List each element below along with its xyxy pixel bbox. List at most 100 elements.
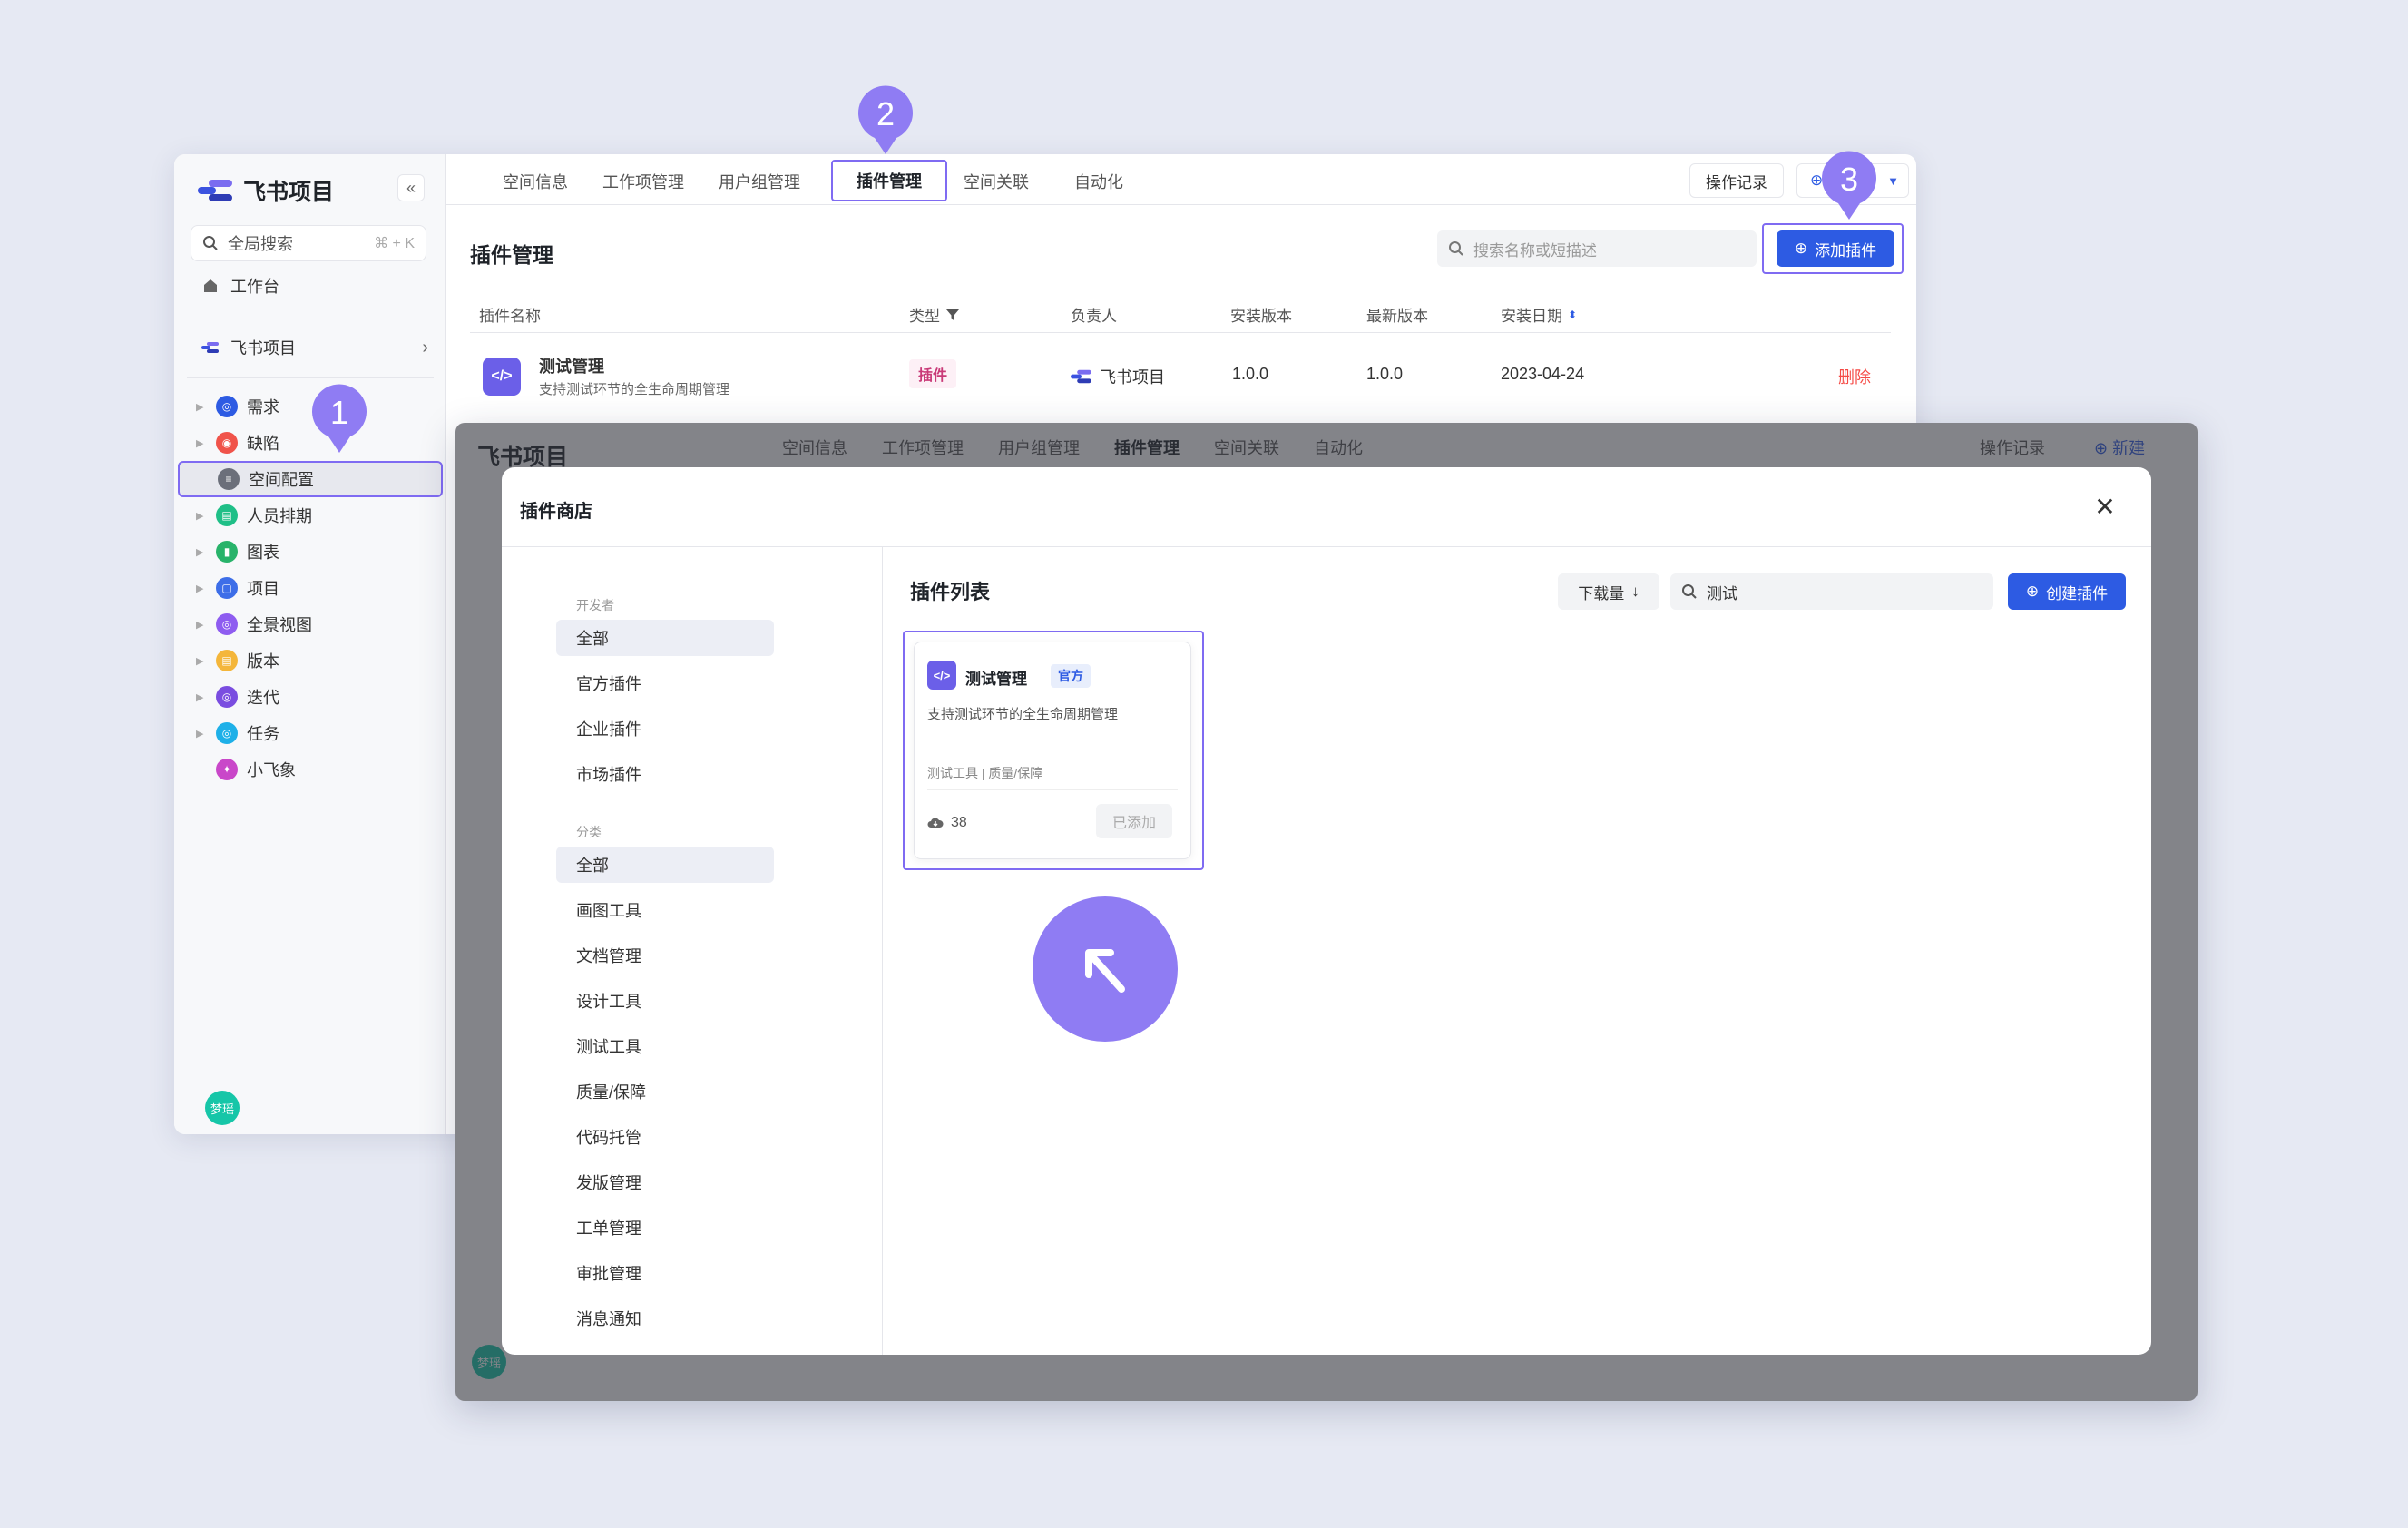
store-search-value: 测试 <box>1707 584 1737 602</box>
caret-right-icon[interactable]: ▶ <box>196 655 207 667</box>
sidebar-item-label: 迭代 <box>247 689 279 707</box>
sidebar-item-label: 人员排期 <box>247 507 312 525</box>
developer-filter-item[interactable]: 市场插件 <box>556 756 774 792</box>
close-icon[interactable]: ✕ <box>2090 491 2120 522</box>
plugin-installed-version: 1.0.0 <box>1232 365 1269 383</box>
plugin-card[interactable]: </> 测试管理 官方 支持测试环节的全生命周期管理 测试工具 | 质量/保障 … <box>914 642 1191 859</box>
sidebar-item[interactable]: ≡ 空间配置 <box>178 461 443 497</box>
category-filter-item[interactable]: 质量/保障 <box>556 1073 774 1110</box>
caret-right-icon[interactable]: ▶ <box>196 691 207 703</box>
sidebar-item-icon: ✦ <box>216 759 238 780</box>
caret-right-icon[interactable]: ▶ <box>196 546 207 558</box>
sidebar-item-icon: ▤ <box>216 504 238 526</box>
global-search[interactable]: 全局搜索 ⌘ + K <box>191 225 426 261</box>
sidebar-item[interactable]: ▶ ▮ 图表 <box>196 534 436 570</box>
category-filter-item[interactable]: 发版管理 <box>556 1164 774 1200</box>
caret-right-icon[interactable]: ▶ <box>196 619 207 631</box>
add-plugin-button[interactable]: ⊕ 添加插件 <box>1777 230 1894 267</box>
col-header-owner: 负责人 <box>1071 308 1117 325</box>
plugin-card-name: 测试管理 <box>965 671 1027 688</box>
sidebar-item[interactable]: ▶ ▤ 人员排期 <box>196 497 436 534</box>
category-filter-item[interactable]: 全部 <box>556 847 774 883</box>
step-marker-3: 3 <box>1820 151 1878 220</box>
col-header-type[interactable]: 类型 <box>909 303 960 326</box>
sidebar-item-label: 空间配置 <box>249 471 314 489</box>
category-filter-item[interactable]: 代码托管 <box>556 1119 774 1155</box>
caret-right-icon[interactable]: ▶ <box>196 583 207 594</box>
sidebar-item[interactable]: ✦ 小飞象 <box>196 751 436 788</box>
sort-by-downloads-button[interactable]: 下载量 ↓ <box>1558 573 1659 610</box>
sidebar-item-icon: ▢ <box>216 577 238 599</box>
category-filter-item[interactable]: 工单管理 <box>556 1210 774 1246</box>
create-plugin-button[interactable]: ⊕ 创建插件 <box>2008 573 2126 610</box>
category-filter-item[interactable]: 审批管理 <box>556 1255 774 1291</box>
collapse-sidebar-button[interactable]: « <box>397 174 425 201</box>
sort-icon[interactable]: ⬍ <box>1568 309 1577 321</box>
step-marker-number: 2 <box>876 95 896 132</box>
category-filter-item[interactable]: 文档管理 <box>556 937 774 974</box>
sidebar-item-label: 图表 <box>247 544 279 562</box>
app-logo[interactable]: 飞书项目 <box>198 174 334 207</box>
col-header-install-date[interactable]: 安装日期 ⬍ <box>1501 303 1577 326</box>
category-filter-item[interactable]: 测试工具 <box>556 1028 774 1064</box>
plugin-card-desc: 支持测试环节的全生命周期管理 <box>927 707 1119 722</box>
developer-filter-item[interactable]: 官方插件 <box>556 665 774 701</box>
user-avatar[interactable]: 梦瑶 <box>205 1091 240 1125</box>
chevron-right-icon: › <box>422 337 428 358</box>
sidebar-item[interactable]: ▶ ▢ 项目 <box>196 570 436 606</box>
sidebar-item[interactable]: ▶ ◎ 迭代 <box>196 679 436 715</box>
operation-record-button[interactable]: 操作记录 <box>1689 163 1784 198</box>
plugin-search-input[interactable]: 搜索名称或短描述 <box>1437 230 1757 267</box>
card-divider <box>927 789 1178 790</box>
sidebar-item-icon: ◎ <box>216 722 238 744</box>
global-search-label: 全局搜索 <box>228 235 293 253</box>
space-switcher[interactable]: 飞书项目 › <box>201 336 428 359</box>
caret-right-icon[interactable]: ▶ <box>196 401 207 413</box>
search-icon <box>203 236 218 250</box>
sidebar-item-label: 任务 <box>247 725 279 743</box>
store-search-input[interactable]: 测试 <box>1670 573 1993 610</box>
sidebar-item-label: 全景视图 <box>247 616 312 634</box>
caret-right-icon[interactable]: ▶ <box>196 728 207 740</box>
plugin-card-tags: 测试工具 | 质量/保障 <box>927 766 1043 780</box>
plugin-owner: 飞书项目 <box>1071 365 1165 388</box>
step-marker-1: 1 <box>310 384 368 453</box>
tab-user-groups[interactable]: 用户组管理 <box>719 167 800 196</box>
filter-panel: 开发者 全部 官方插件 企业插件 市场插件 分类 全部 画图工具 文档管理 设计工具 测试工具… <box>502 547 883 1355</box>
plugin-owner-name: 飞书项目 <box>1100 368 1165 387</box>
sidebar-item-icon: ▤ <box>216 650 238 671</box>
chevron-down-icon[interactable]: ▼ <box>1887 174 1899 188</box>
plugin-list-title: 插件列表 <box>910 581 991 603</box>
developer-filter-item[interactable]: 企业插件 <box>556 710 774 747</box>
plugin-row-name[interactable]: 测试管理 <box>539 354 604 377</box>
tab-automation[interactable]: 自动化 <box>1074 167 1123 196</box>
owner-logo-icon <box>1071 369 1091 384</box>
workbench-link[interactable]: 工作台 <box>201 274 279 298</box>
tab-work-items[interactable]: 工作项管理 <box>602 167 684 196</box>
added-status-button[interactable]: 已添加 <box>1096 804 1172 838</box>
caret-right-icon[interactable]: ▶ <box>196 510 207 522</box>
sidebar-item-icon: ◉ <box>216 432 238 454</box>
delete-plugin-link[interactable]: 删除 <box>1838 365 1871 388</box>
sidebar-item[interactable]: ▶ ◎ 全景视图 <box>196 606 436 642</box>
tab-space-info[interactable]: 空间信息 <box>503 167 568 196</box>
table-header-divider <box>470 332 1891 333</box>
sidebar-item-icon: ◎ <box>216 613 238 635</box>
tab-plugins[interactable]: 插件管理 <box>831 160 947 201</box>
sidebar-item[interactable]: ▶ ◎ 任务 <box>196 715 436 751</box>
filter-icon[interactable] <box>945 308 960 322</box>
step-marker-number: 1 <box>329 394 349 431</box>
category-filter-item[interactable]: 消息通知 <box>556 1300 774 1337</box>
plugin-code-icon: </> <box>927 661 956 690</box>
col-header-latest-version: 最新版本 <box>1366 308 1428 325</box>
plugin-code-icon: </> <box>483 358 521 396</box>
sidebar-item[interactable]: ▶ ▤ 版本 <box>196 642 436 679</box>
sidebar-item-icon: ◎ <box>216 396 238 417</box>
developer-filter-item[interactable]: 全部 <box>556 620 774 656</box>
category-filter-item[interactable]: 设计工具 <box>556 983 774 1019</box>
caret-right-icon[interactable]: ▶ <box>196 437 207 449</box>
plus-circle-icon: ⊕ <box>1794 240 1808 257</box>
add-plugin-label: 添加插件 <box>1815 241 1877 260</box>
category-filter-item[interactable]: 画图工具 <box>556 892 774 928</box>
tab-space-link[interactable]: 空间关联 <box>964 167 1029 196</box>
